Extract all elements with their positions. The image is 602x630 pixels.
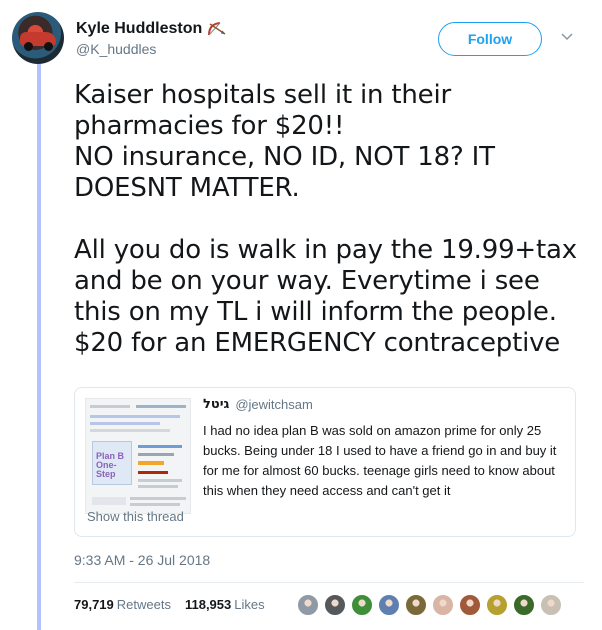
quoted-display-name: גיטל — [203, 397, 230, 412]
liker-avatars — [297, 594, 562, 616]
timestamp[interactable]: 9:33 AM - 26 Jul 2018 — [74, 552, 210, 568]
liker-avatar[interactable] — [351, 594, 373, 616]
retweets-count: 79,719 — [74, 597, 114, 612]
quoted-handle: @jewitchsam — [235, 397, 313, 412]
divider — [74, 582, 584, 583]
liker-avatar[interactable] — [459, 594, 481, 616]
tweet-header: Kyle Huddleston @K_huddles Follow — [12, 12, 590, 68]
tweet-text: Kaiser hospitals sell it in their pharma… — [74, 80, 577, 358]
display-name-text: Kyle Huddleston — [76, 20, 203, 37]
chevron-down-icon[interactable] — [560, 30, 574, 44]
liker-avatar[interactable] — [324, 594, 346, 616]
liker-avatar[interactable] — [378, 594, 400, 616]
avatar[interactable] — [12, 12, 64, 64]
quoted-tweet-image[interactable]: Plan B One-Step — [85, 398, 191, 514]
liker-avatar[interactable] — [540, 594, 562, 616]
thread-line — [37, 64, 41, 630]
liker-avatar[interactable] — [486, 594, 508, 616]
display-name[interactable]: Kyle Huddleston — [76, 20, 228, 38]
follow-button[interactable]: Follow — [438, 22, 542, 56]
product-box-image: Plan B One-Step — [92, 441, 132, 485]
show-thread-link[interactable]: Show this thread — [87, 509, 184, 524]
liker-avatar[interactable] — [405, 594, 427, 616]
likes-count: 118,953 — [184, 597, 232, 612]
product-box-label: Plan B One-Step — [96, 451, 125, 479]
liker-avatar[interactable] — [297, 594, 319, 616]
liker-avatar[interactable] — [432, 594, 454, 616]
handle[interactable]: @K_huddles — [76, 41, 228, 57]
quoted-author[interactable]: גיטל @jewitchsam — [203, 397, 313, 412]
author-block[interactable]: Kyle Huddleston @K_huddles — [76, 20, 228, 57]
quoted-tweet[interactable]: Plan B One-Step Show this thread גיטל @j… — [74, 387, 576, 537]
retweets-label: Retweets — [116, 597, 171, 612]
bow-and-arrow-icon — [206, 20, 228, 38]
likes-label: Likes — [234, 597, 265, 612]
rating-stars — [138, 461, 164, 465]
tweet-stats: 79,719 Retweets 118,953 Likes — [74, 597, 265, 612]
likes-stat[interactable]: 118,953 Likes — [185, 597, 265, 612]
liker-avatar[interactable] — [513, 594, 535, 616]
quoted-text: I had no idea plan B was sold on amazon … — [203, 423, 557, 498]
retweets-stat[interactable]: 79,719 Retweets — [74, 597, 171, 612]
